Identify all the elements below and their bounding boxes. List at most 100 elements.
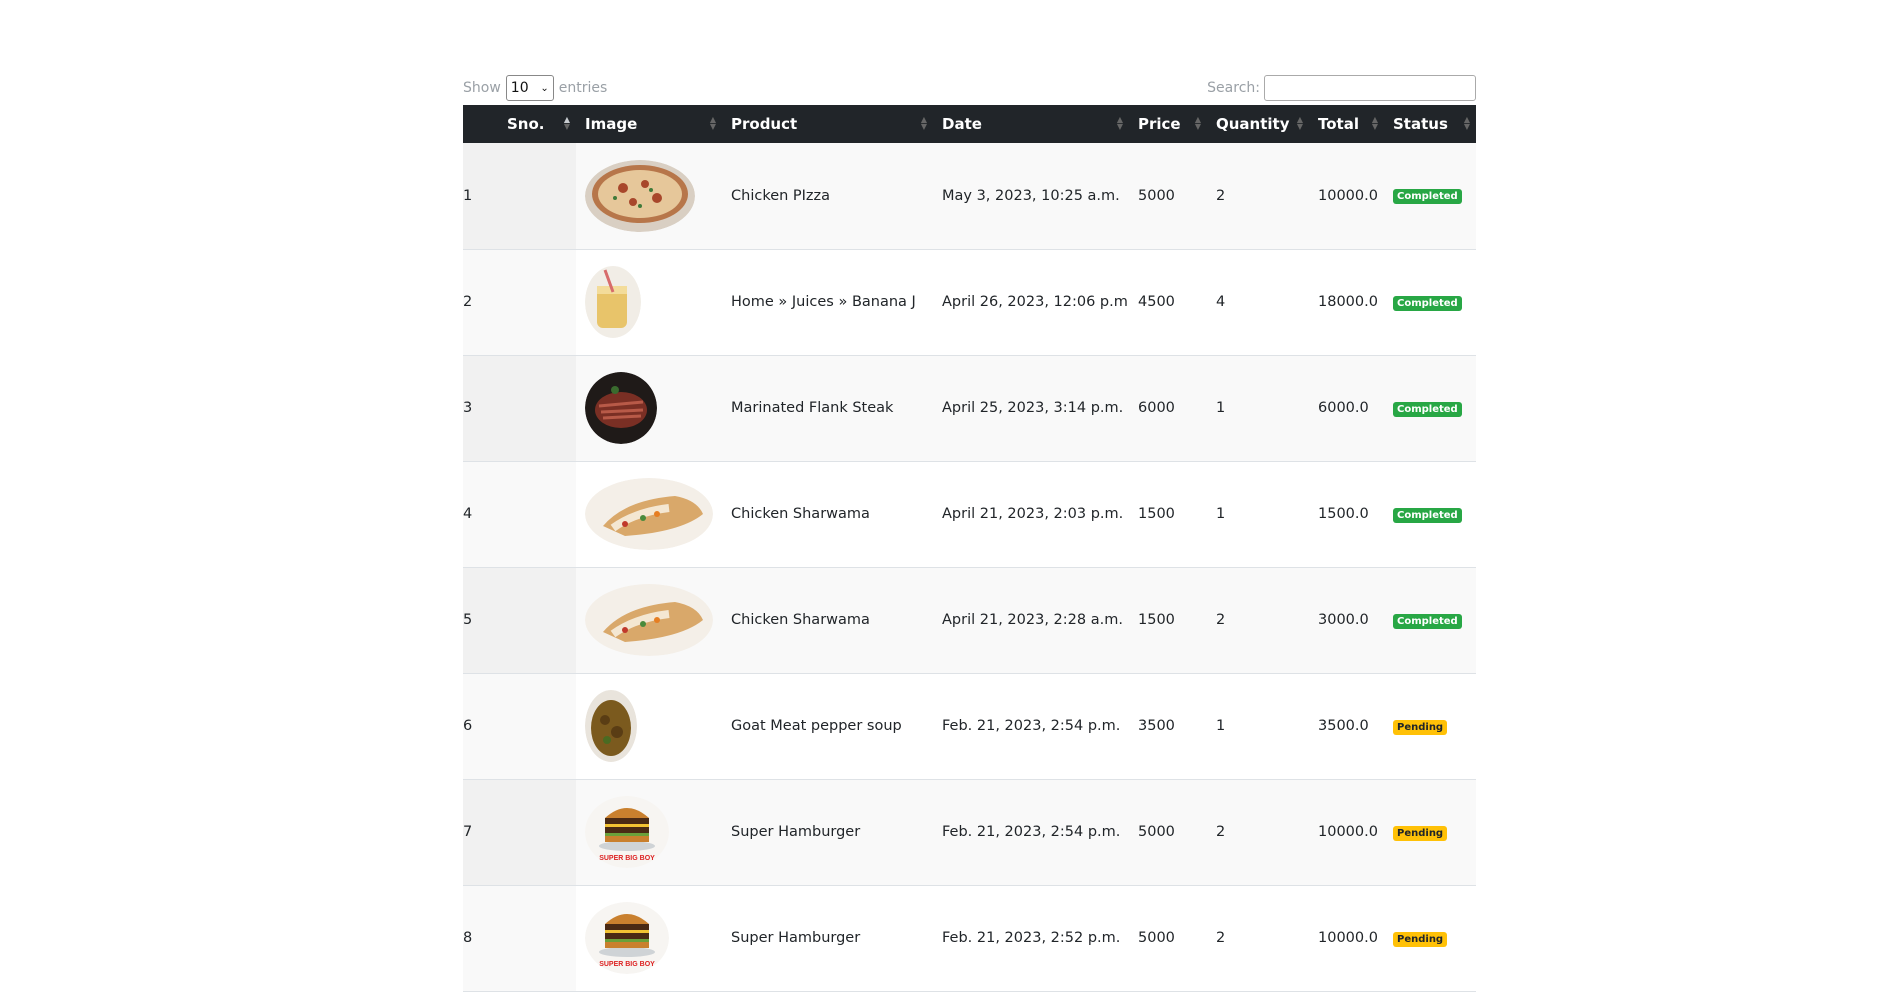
table-row: 6 Goat Meat pepper soup Feb. 21, 2023, 2… (463, 673, 1476, 779)
column-header-status[interactable]: Status ▲ ▼ (1384, 105, 1476, 143)
status-badge: Completed (1393, 295, 1462, 311)
pepper-soup-image (585, 690, 637, 762)
column-header-label: Sno. (507, 115, 545, 133)
orders-table-wrapper: Show 10 ⌄ entries Search: Sno. ▲ ▼ Image ▲ ▼… (463, 75, 1476, 992)
sort-icon: ▲ ▼ (1296, 115, 1303, 131)
cell-quantity: 2 (1216, 824, 1226, 840)
cell-total: 10000.0 (1318, 824, 1378, 840)
cell-total: 3000.0 (1318, 612, 1369, 628)
sort-icon: ▲ ▼ (563, 115, 570, 131)
cell-product: Goat Meat pepper soup (731, 718, 902, 734)
cell-product: Chicken Sharwama (731, 612, 870, 628)
burger-logo-text: SUPER BIG BOY (599, 855, 655, 862)
column-header-total[interactable]: Total ▲ ▼ (1309, 105, 1384, 143)
cell-quantity: 1 (1216, 718, 1226, 734)
cell-quantity: 4 (1216, 294, 1226, 310)
table-row: 2 Home » Juices » Banana J April 26, 202… (463, 249, 1476, 355)
cell-image (576, 355, 722, 461)
cell-price: 5000 (1138, 930, 1175, 946)
shawarma-image (585, 478, 713, 550)
search-input[interactable] (1264, 75, 1476, 101)
show-label: Show (463, 80, 501, 96)
status-badge: Completed (1393, 189, 1462, 205)
column-header-date[interactable]: Date ▲ ▼ (933, 105, 1129, 143)
sort-icon: ▲ ▼ (1371, 115, 1378, 131)
cell-status: Pending (1384, 779, 1476, 885)
cell-date: April 21, 2023, 2:03 p.m. (942, 506, 1124, 522)
entries-length-control: Show 10 ⌄ entries (463, 75, 607, 101)
column-header-product[interactable]: Product ▲ ▼ (722, 105, 933, 143)
sort-icon: ▲ ▼ (920, 115, 927, 131)
cell-sno: 1 (463, 143, 576, 249)
cell-price: 6000 (1138, 400, 1175, 416)
cell-image: SUPER BIG BOY (576, 885, 722, 991)
cell-sno: 2 (463, 249, 576, 355)
table-row: 8 SUPER BIG BOY Super Hamburger Feb. 21,… (463, 885, 1476, 991)
cell-quantity: 2 (1216, 930, 1226, 946)
sort-icon: ▲ ▼ (1116, 115, 1123, 131)
cell-quantity: 2 (1216, 612, 1226, 628)
banana-juice-image (585, 266, 641, 338)
column-header-label: Price (1138, 115, 1181, 133)
cell-date: Feb. 21, 2023, 2:54 p.m. (942, 824, 1121, 840)
status-badge: Pending (1393, 719, 1448, 735)
cell-status: Completed (1384, 143, 1476, 249)
table-row: 3 Marinated Flank Steak April 25, 2023, … (463, 355, 1476, 461)
cell-sno: 8 (463, 885, 576, 991)
hamburger-image: SUPER BIG BOY (585, 902, 669, 974)
sort-icon: ▲ ▼ (1463, 115, 1470, 131)
cell-product: Home » Juices » Banana J (731, 294, 916, 310)
cell-product: Super Hamburger (731, 824, 861, 840)
pizza-image (585, 159, 695, 232)
cell-quantity: 1 (1216, 506, 1226, 522)
column-header-image[interactable]: Image ▲ ▼ (576, 105, 722, 143)
column-header-sno[interactable]: Sno. ▲ ▼ (463, 105, 576, 143)
cell-date: April 21, 2023, 2:28 a.m. (942, 612, 1123, 628)
cell-status: Completed (1384, 355, 1476, 461)
cell-product: Chicken PIzza (731, 187, 831, 204)
orders-table: Sno. ▲ ▼ Image ▲ ▼ Product ▲ ▼ Date ▲ ▼ Price ▲ ▼ … (463, 105, 1476, 992)
cell-status: Pending (1384, 885, 1476, 991)
cell-price: 1500 (1138, 612, 1175, 628)
cell-product: Super Hamburger (731, 930, 861, 946)
cell-price: 3500 (1138, 718, 1175, 734)
entries-select[interactable]: 10 ⌄ (505, 75, 554, 101)
cell-image (576, 143, 722, 249)
hamburger-image: SUPER BIG BOY (585, 796, 669, 868)
table-controls: Show 10 ⌄ entries Search: (463, 75, 1476, 105)
cell-price: 1500 (1138, 506, 1175, 522)
cell-price: 5000 (1138, 824, 1175, 840)
search-control: Search: (1207, 75, 1476, 101)
cell-sno: 5 (463, 567, 576, 673)
cell-date: April 25, 2023, 3:14 p.m. (942, 400, 1124, 416)
sort-icon: ▲ ▼ (709, 115, 716, 131)
cell-total: 1500.0 (1318, 506, 1369, 522)
cell-total: 18000.0 (1318, 294, 1378, 310)
entries-select-value: 10 (510, 80, 529, 96)
status-badge: Pending (1393, 931, 1448, 947)
column-header-quantity[interactable]: Quantity ▲ ▼ (1207, 105, 1309, 143)
cell-product: Marinated Flank Steak (731, 400, 894, 416)
cell-status: Completed (1384, 249, 1476, 355)
chevron-down-icon: ⌄ (540, 82, 549, 94)
cell-image (576, 249, 722, 355)
table-row: 1 Chicken PIzza May 3, 2023, 10:25 a.m. … (463, 143, 1476, 249)
cell-sno: 3 (463, 355, 576, 461)
cell-image (576, 461, 722, 567)
cell-sno: 7 (463, 779, 576, 885)
entries-label: entries (558, 80, 608, 96)
column-header-label: Total (1318, 115, 1359, 133)
table-row: 4 Chicken Sharwama April 21, 2023, 2:03 … (463, 461, 1476, 567)
column-header-price[interactable]: Price ▲ ▼ (1129, 105, 1207, 143)
cell-total: 6000.0 (1318, 400, 1369, 416)
column-header-label: Image (585, 115, 638, 133)
cell-price: 5000 (1138, 187, 1175, 204)
cell-date: Feb. 21, 2023, 2:54 p.m. (942, 718, 1121, 734)
table-body: 1 Chicken PIzza May 3, 2023, 10:25 a.m. … (463, 143, 1476, 991)
cell-sno: 6 (463, 673, 576, 779)
status-badge: Completed (1393, 507, 1462, 523)
cell-total: 10000.0 (1318, 930, 1378, 946)
cell-date: May 3, 2023, 10:25 a.m. (942, 187, 1120, 204)
cell-date: Feb. 21, 2023, 2:52 p.m. (942, 930, 1121, 946)
cell-price: 4500 (1138, 294, 1175, 310)
